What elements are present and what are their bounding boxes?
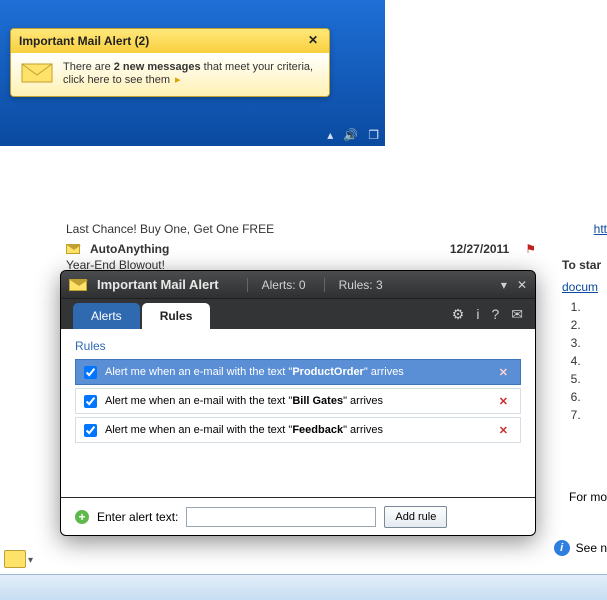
alert-text-input[interactable] (186, 507, 376, 527)
right-footer: For mo (569, 490, 607, 504)
rule-row[interactable]: Alert me when an e-mail with the text "F… (75, 417, 521, 443)
mail-row[interactable]: AutoAnything 12/27/2011 ⚑ (66, 242, 536, 256)
mail-icon[interactable]: ✉ (511, 306, 523, 323)
status-bar (0, 574, 607, 600)
rule-text: Alert me when an e-mail with the text "P… (105, 366, 404, 378)
rule-checkbox[interactable] (84, 395, 97, 408)
dialog-body: Rules Alert me when an e-mail with the t… (61, 329, 535, 499)
toast-body[interactable]: There are 2 new messages that meet your … (11, 53, 329, 96)
plus-icon: + (75, 510, 89, 524)
dialog-title: Important Mail Alert (97, 277, 219, 292)
folder-icon[interactable] (4, 550, 26, 568)
list-item (584, 336, 607, 354)
numbered-list (562, 300, 607, 426)
mail-subject: Last Chance! Buy One, Get One FREE (66, 222, 536, 236)
info-icon: i (554, 540, 570, 556)
important-mail-alert-dialog: Important Mail Alert Alerts: 0 Rules: 3 … (60, 270, 536, 536)
rule-text: Alert me when an e-mail with the text "F… (105, 424, 383, 436)
mail-list: Last Chance! Buy One, Get One FREE AutoA… (66, 222, 536, 272)
tab-rules[interactable]: Rules (142, 303, 211, 329)
action-center-icon[interactable]: ❐ (368, 128, 379, 142)
info-text: See n (576, 541, 607, 555)
toast-message: There are 2 new messages that meet your … (63, 61, 319, 86)
add-rule-button[interactable]: Add rule (384, 506, 447, 528)
tab-row: Alerts Rules ⚙ i ? ✉ (61, 299, 535, 329)
rule-row[interactable]: Alert me when an e-mail with the text "B… (75, 388, 521, 414)
rule-row[interactable]: Alert me when an e-mail with the text "P… (75, 359, 521, 385)
alerts-count: Alerts: 0 (247, 278, 306, 292)
toast-title-text: Important Mail Alert (2) (19, 34, 149, 48)
list-item (584, 318, 607, 336)
delete-rule-icon[interactable]: ✕ (495, 366, 512, 379)
volume-icon[interactable]: 🔊 (343, 128, 358, 142)
desktop-background: Important Mail Alert (2) ✕ There are 2 n… (0, 0, 385, 146)
rule-checkbox[interactable] (84, 366, 97, 379)
list-item (584, 372, 607, 390)
footer-label: Enter alert text: (97, 510, 178, 524)
delete-rule-icon[interactable]: ✕ (495, 424, 512, 437)
mail-date: 12/27/2011 (450, 242, 519, 256)
delete-rule-icon[interactable]: ✕ (495, 395, 512, 408)
tab-alerts[interactable]: Alerts (73, 303, 140, 329)
right-heading: To star (562, 258, 607, 272)
list-item (584, 300, 607, 318)
section-label: Rules (75, 339, 521, 353)
dropdown-caret-icon[interactable]: ▾ (28, 555, 33, 566)
dialog-titlebar: Important Mail Alert Alerts: 0 Rules: 3 … (61, 271, 535, 299)
list-item (584, 408, 607, 426)
link-fragment[interactable]: htt (594, 222, 607, 236)
close-icon[interactable]: ✕ (517, 278, 527, 292)
envelope-icon (21, 61, 53, 85)
info-row: i See n (554, 540, 607, 556)
envelope-icon (69, 279, 87, 291)
info-icon[interactable]: i (476, 306, 479, 323)
rules-count: Rules: 3 (324, 278, 383, 292)
envelope-icon (66, 244, 80, 254)
right-panel: To star docum (562, 258, 607, 426)
tray-up-icon[interactable]: ▴ (327, 128, 333, 142)
rule-text: Alert me when an e-mail with the text "B… (105, 395, 383, 407)
list-item (584, 354, 607, 372)
right-link[interactable]: docum (562, 280, 607, 294)
toast-titlebar: Important Mail Alert (2) ✕ (11, 29, 329, 53)
mail-from: AutoAnything (90, 242, 444, 256)
system-tray: ▴ 🔊 ❐ (327, 128, 379, 142)
gear-icon[interactable]: ⚙ (452, 306, 465, 323)
chevron-right-icon: ▸ (170, 74, 181, 86)
dialog-stats: Alerts: 0 Rules: 3 (247, 278, 383, 292)
help-icon[interactable]: ? (491, 306, 499, 323)
close-icon[interactable]: ✕ (305, 33, 321, 49)
flag-icon[interactable]: ⚑ (525, 242, 536, 256)
list-item (584, 390, 607, 408)
mail-alert-toast[interactable]: Important Mail Alert (2) ✕ There are 2 n… (10, 28, 330, 97)
minimize-icon[interactable]: ▾ (501, 278, 507, 292)
dialog-footer: + Enter alert text: Add rule (61, 497, 535, 535)
rule-checkbox[interactable] (84, 424, 97, 437)
